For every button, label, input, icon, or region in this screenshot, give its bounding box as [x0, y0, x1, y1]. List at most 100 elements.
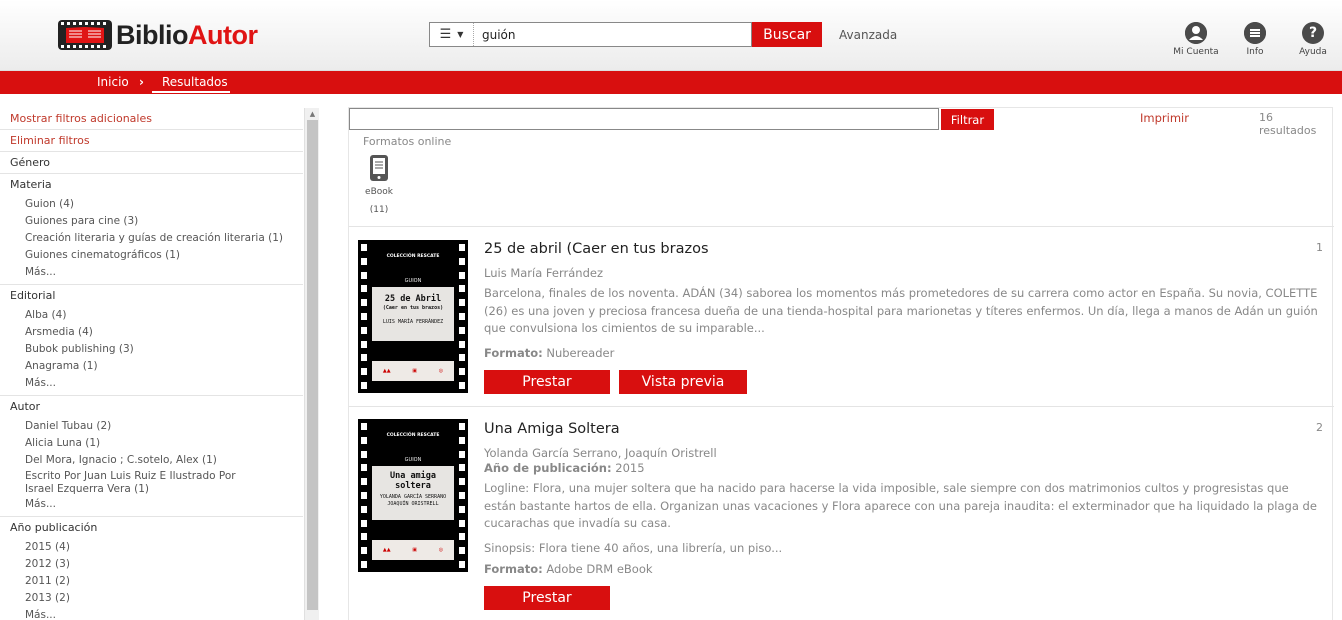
cover-collection: COLECCIÓN RESCATE: [386, 433, 440, 438]
cover-collection: COLECCIÓN RESCATE: [386, 254, 440, 259]
year-more-link[interactable]: Más...: [0, 607, 303, 620]
cover-title-line2: soltera: [395, 481, 431, 491]
result-count: 16 resultados: [1259, 111, 1317, 137]
result-item: COLECCIÓN RESCATE GUION Una amiga solter…: [349, 407, 1334, 620]
search-input[interactable]: [474, 23, 751, 46]
borrow-button[interactable]: Prestar: [484, 586, 610, 610]
result-description: Logline: Flora, una mujer soltera que ha…: [484, 481, 1317, 530]
materia-more-link[interactable]: Más...: [0, 264, 303, 281]
facet-item[interactable]: 2015 (4): [0, 539, 303, 556]
scroll-up-arrow-icon[interactable]: ▲: [305, 108, 320, 120]
sidebar-filters: Mostrar filtros adicionales Eliminar fil…: [0, 108, 303, 620]
header: BiblioAutor ☰ ▼ Buscar Avanzada Mi Cuent…: [0, 0, 1342, 71]
film-book-icon: [58, 20, 112, 50]
cover-author: LUIS MARÍA FERRÁNDEZ: [382, 319, 444, 325]
cover-paper: 25 de Abril (Caer en tus brazos) LUIS MA…: [372, 287, 454, 341]
facet-item[interactable]: 2012 (3): [0, 556, 303, 573]
hamburger-icon: ☰: [439, 27, 452, 42]
cover-logos: ▲▲ ▣ ◎: [372, 361, 454, 381]
cover-author-2: JOAQUÍN ORISTRELL: [387, 501, 439, 507]
facet-item[interactable]: 2013 (2): [0, 590, 303, 607]
year-group: Año publicación 2015 (4) 2012 (3) 2011 (…: [0, 517, 303, 620]
result-title[interactable]: Una Amiga Soltera: [484, 421, 620, 437]
result-synopsis: Sinopsis: Flora tiene 40 años, una libre…: [484, 541, 783, 555]
logo-text: BiblioAutor: [116, 19, 258, 50]
ebook-format-facet[interactable]: eBook (11): [361, 154, 397, 215]
result-number: 1: [1316, 241, 1323, 254]
facet-item[interactable]: Alicia Luna (1): [0, 435, 303, 452]
cover-genre: GUION: [404, 278, 422, 284]
breadcrumb-current[interactable]: Resultados: [162, 75, 228, 89]
cover-subtitle: (Caer en tus brazos): [382, 305, 444, 311]
help-label: Ayuda: [1299, 47, 1327, 57]
facet-item[interactable]: Creación literaria y guías de creación l…: [0, 230, 303, 247]
year-heading[interactable]: Año publicación: [0, 517, 303, 539]
cover-title: 25 de Abril: [384, 294, 442, 304]
result-author[interactable]: Yolanda García Serrano, Joaquín Oristrel…: [484, 446, 717, 460]
breadcrumb-home[interactable]: Inicio: [97, 75, 129, 89]
print-link[interactable]: Imprimir: [1140, 111, 1189, 125]
result-description: Barcelona, finales de los noventa. ADÁN …: [484, 286, 1318, 335]
my-account-label: Mi Cuenta: [1173, 47, 1219, 57]
result-title[interactable]: 25 de abril (Caer en tus brazos: [484, 241, 709, 257]
result-year: Año de publicación: 2015: [484, 461, 645, 475]
facet-item[interactable]: Guiones para cine (3): [0, 213, 303, 230]
result-author[interactable]: Luis María Ferrández: [484, 266, 603, 280]
cover-title: Una amiga: [389, 471, 437, 481]
sidebar-scrollbar[interactable]: ▲: [304, 108, 319, 620]
logo[interactable]: BiblioAutor: [56, 15, 258, 55]
filter-input[interactable]: [349, 108, 939, 130]
preview-button[interactable]: Vista previa: [619, 370, 747, 394]
search-button[interactable]: Buscar: [752, 22, 822, 47]
facet-item[interactable]: Bubok publishing (3): [0, 341, 303, 358]
formats-label: Formatos online: [363, 135, 452, 148]
results-panel: Filtrar Imprimir 16 resultados Formatos …: [348, 107, 1334, 620]
breadcrumb-bar: Inicio › Resultados: [0, 71, 1342, 94]
autor-group: Autor Daniel Tubau (2) Alicia Luna (1) D…: [0, 396, 303, 517]
my-account-button[interactable]: Mi Cuenta: [1172, 22, 1220, 57]
book-cover[interactable]: COLECCIÓN RESCATE GUION 25 de Abril (Cae…: [358, 240, 468, 393]
facet-item[interactable]: Daniel Tubau (2): [0, 418, 303, 435]
cover-genre: GUION: [404, 457, 422, 463]
borrow-button[interactable]: Prestar: [484, 370, 610, 394]
ebook-icon: [370, 155, 388, 181]
cover-author: YOLANDA GARCÍA SERRANO: [379, 494, 447, 500]
genre-heading[interactable]: Género: [0, 152, 303, 174]
search-box: ☰ ▼: [429, 22, 752, 47]
facet-item[interactable]: 2011 (2): [0, 573, 303, 590]
facet-item[interactable]: Anagrama (1): [0, 358, 303, 375]
facet-item[interactable]: Guion (4): [0, 196, 303, 213]
materia-heading[interactable]: Materia: [0, 174, 303, 196]
ebook-label: eBook: [365, 187, 393, 197]
result-item: COLECCIÓN RESCATE GUION 25 de Abril (Cae…: [349, 227, 1334, 406]
clear-filters-link[interactable]: Eliminar filtros: [0, 130, 303, 152]
user-icon: [1185, 22, 1207, 44]
info-label: Info: [1246, 47, 1264, 57]
materia-group: Materia Guion (4) Guiones para cine (3) …: [0, 174, 303, 285]
info-button[interactable]: Info: [1240, 22, 1270, 57]
facet-item[interactable]: Alba (4): [0, 307, 303, 324]
editorial-heading[interactable]: Editorial: [0, 285, 303, 307]
editorial-group: Editorial Alba (4) Arsmedia (4) Bubok pu…: [0, 285, 303, 396]
result-number: 2: [1316, 421, 1323, 434]
help-icon: ?: [1302, 22, 1324, 44]
cover-logos: ▲▲ ▣ ◎: [372, 540, 454, 560]
book-cover[interactable]: COLECCIÓN RESCATE GUION Una amiga solter…: [358, 419, 468, 572]
help-button[interactable]: ? Ayuda: [1296, 22, 1330, 57]
facet-item[interactable]: Escrito Por Juan Luis Ruiz E Ilustrado P…: [0, 469, 303, 496]
facet-item[interactable]: Del Mora, Ignacio ; C.sotelo, Alex (1): [0, 452, 303, 469]
facet-item[interactable]: Guiones cinematográficos (1): [0, 247, 303, 264]
advanced-search-link[interactable]: Avanzada: [839, 28, 897, 42]
autor-more-link[interactable]: Más...: [0, 496, 303, 513]
search-type-dropdown[interactable]: ☰ ▼: [430, 23, 474, 46]
cover-paper: Una amiga soltera YOLANDA GARCÍA SERRANO…: [372, 466, 454, 520]
breadcrumb-chevron-icon: ›: [139, 75, 144, 89]
show-more-filters-link[interactable]: Mostrar filtros adicionales: [0, 108, 303, 130]
result-format: Formato: Nubereader: [484, 346, 615, 360]
filter-button[interactable]: Filtrar: [941, 109, 994, 130]
editorial-more-link[interactable]: Más...: [0, 375, 303, 392]
autor-heading[interactable]: Autor: [0, 396, 303, 418]
scroll-thumb[interactable]: [307, 120, 318, 610]
facet-item[interactable]: Arsmedia (4): [0, 324, 303, 341]
menu-icon: [1244, 22, 1266, 44]
